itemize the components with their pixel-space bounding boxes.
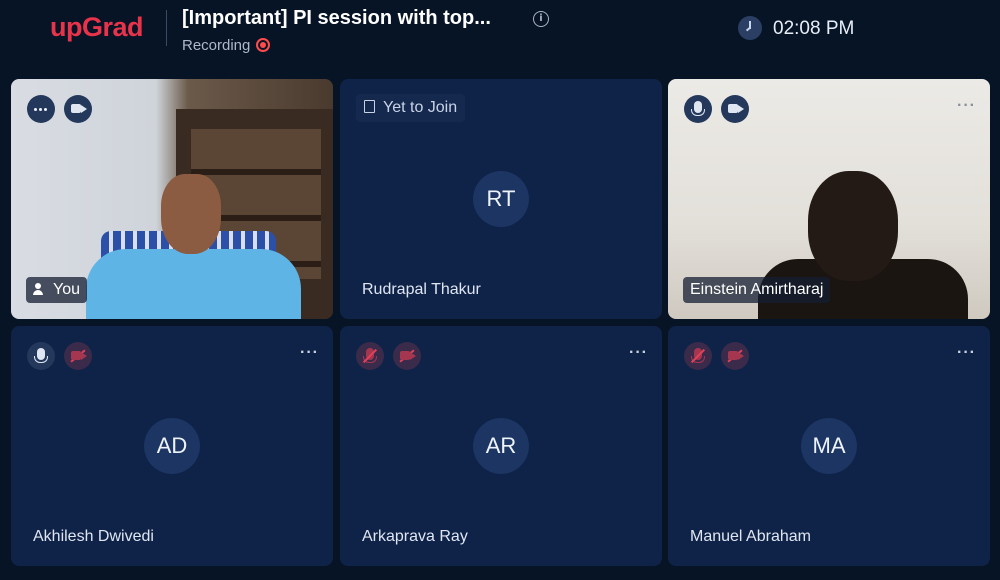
speaker-icon <box>33 283 47 295</box>
camera-on-icon[interactable] <box>721 95 749 123</box>
participant-name: Akhilesh Dwivedi <box>33 528 154 545</box>
recording-label: Recording <box>182 37 251 54</box>
camera-off-icon[interactable] <box>393 342 421 370</box>
upgrad-logo: upGrad <box>50 12 144 42</box>
participant-name: Arkaprava Ray <box>362 528 468 545</box>
participant-name: Rudrapal Thakur <box>362 281 481 298</box>
camera-on-icon[interactable] <box>64 95 92 123</box>
more-options-button[interactable] <box>27 95 55 123</box>
more-options-icon[interactable]: ··· <box>300 344 319 362</box>
more-options-icon[interactable]: ··· <box>957 97 976 115</box>
more-options-icon[interactable]: ··· <box>629 344 648 362</box>
more-options-icon[interactable]: ··· <box>957 344 976 362</box>
mic-off-icon[interactable] <box>684 342 712 370</box>
mic-off-icon[interactable] <box>356 342 384 370</box>
video-person-head <box>808 171 898 281</box>
video-person-head <box>161 174 221 254</box>
session-title: [Important] PI session with top... <box>182 7 491 29</box>
participant-tile-manuel-abraham[interactable]: ··· MA Manuel Abraham <box>668 326 990 566</box>
participant-tile-akhilesh-dwivedi[interactable]: ··· AD Akhilesh Dwivedi <box>11 326 333 566</box>
avatar: AR <box>473 418 529 474</box>
current-time: 02:08 PM <box>773 18 855 39</box>
participant-name: Manuel Abraham <box>690 528 811 545</box>
yet-to-join-badge: Yet to Join <box>356 94 466 122</box>
mic-on-icon[interactable] <box>684 95 712 123</box>
participant-name: You <box>26 277 87 303</box>
info-icon[interactable]: i <box>533 11 549 27</box>
join-icon <box>364 100 375 113</box>
avatar: MA <box>801 418 857 474</box>
camera-off-icon[interactable] <box>721 342 749 370</box>
participant-tile-you[interactable]: You <box>11 79 333 319</box>
top-bar: upGrad [Important] PI session with top..… <box>0 0 1000 68</box>
video-person <box>86 249 301 319</box>
clock-icon <box>738 16 762 40</box>
camera-off-icon[interactable] <box>64 342 92 370</box>
avatar: AD <box>144 418 200 474</box>
participant-name: Einstein Amirtharaj <box>683 277 831 303</box>
participant-tile-rudrapal-thakur[interactable]: Yet to Join RT Rudrapal Thakur <box>340 79 662 319</box>
header-divider <box>166 10 167 46</box>
participant-tile-arkaprava-ray[interactable]: ··· AR Arkaprava Ray <box>340 326 662 566</box>
mic-on-icon[interactable] <box>27 342 55 370</box>
participant-tile-einstein-amirtharaj[interactable]: ··· Einstein Amirtharaj <box>668 79 990 319</box>
recording-icon <box>256 38 270 52</box>
avatar: RT <box>473 171 529 227</box>
